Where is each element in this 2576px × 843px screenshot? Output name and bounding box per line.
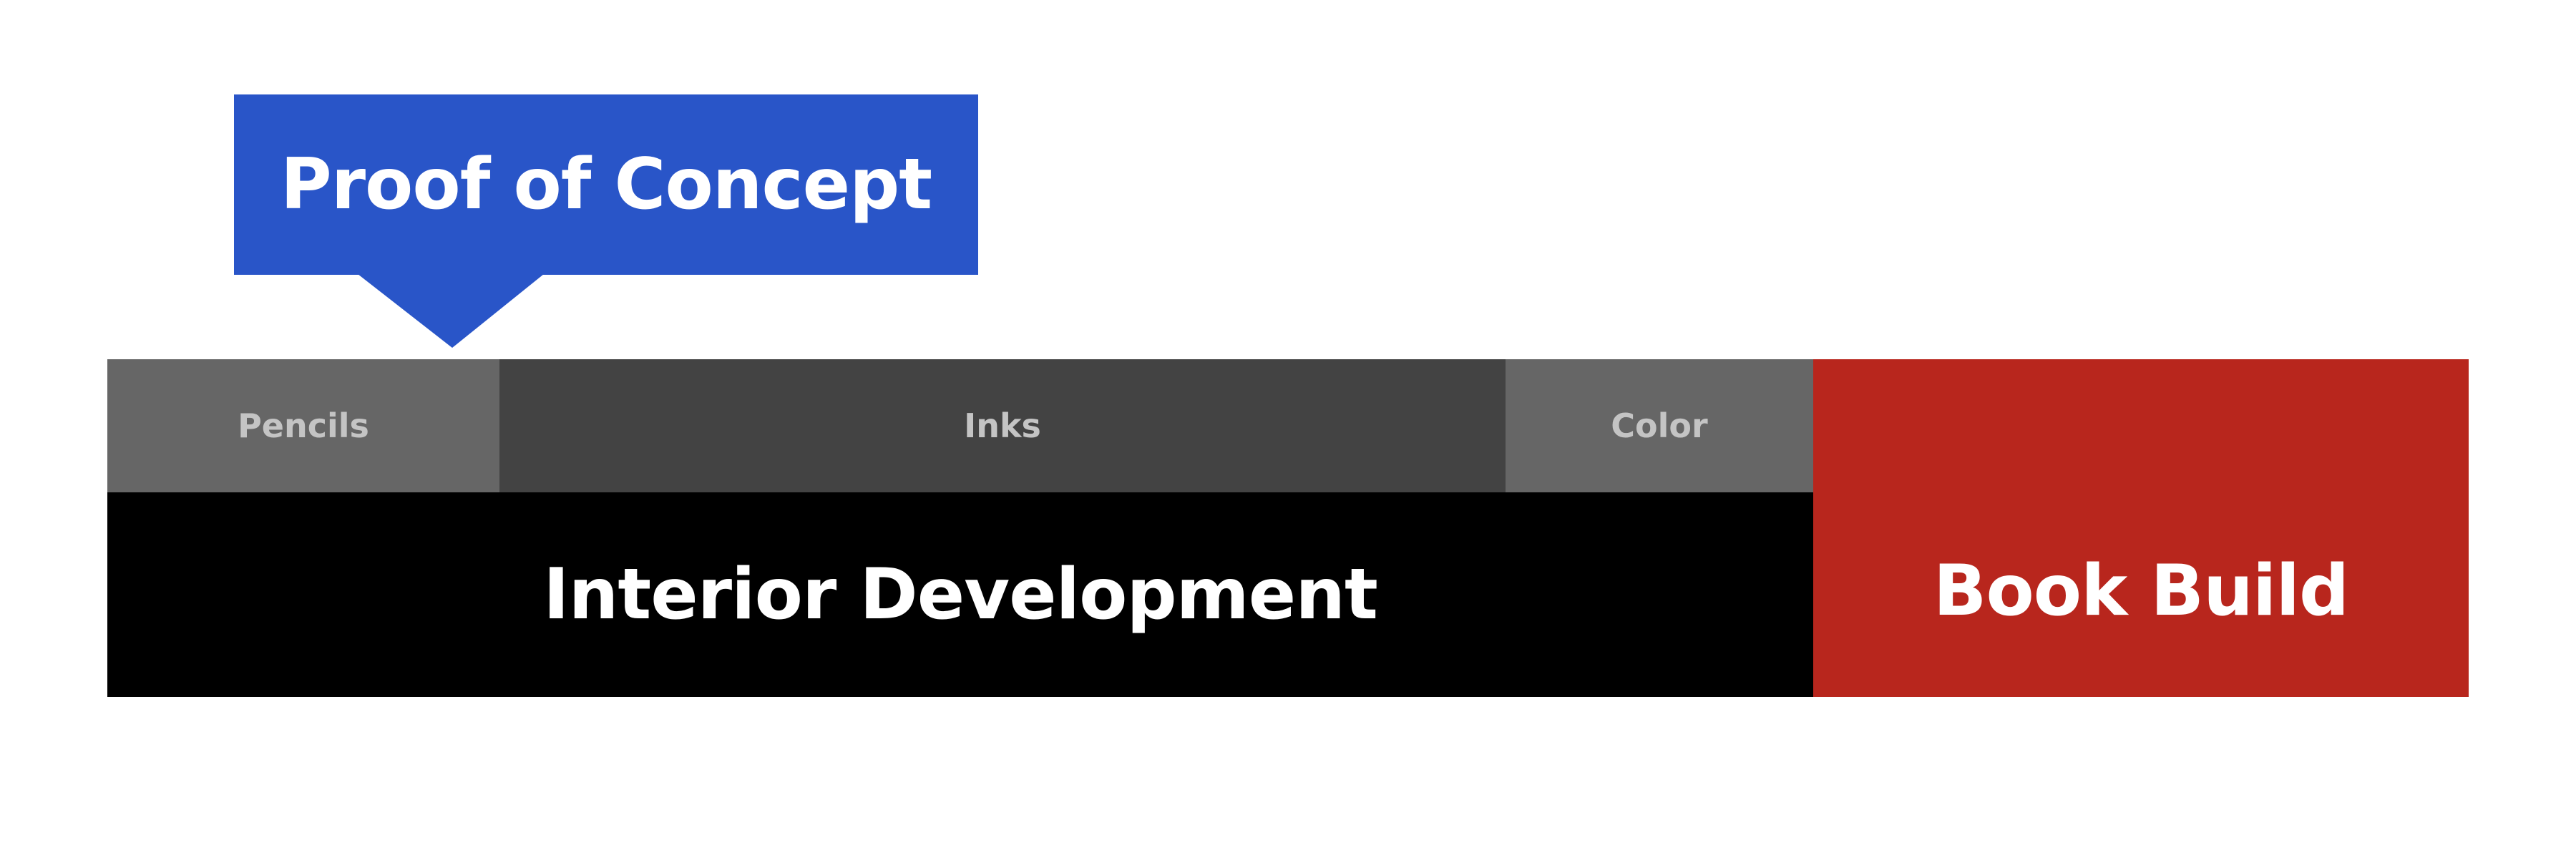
phase-inks: Inks bbox=[499, 359, 1506, 492]
stage-book-build: Book Build bbox=[1813, 359, 2469, 697]
stage-book-build-label: Book Build bbox=[1933, 550, 2349, 632]
phase-pencils-label: Pencils bbox=[238, 406, 369, 445]
callout-pointer-triangle bbox=[358, 274, 544, 348]
phase-color: Color bbox=[1506, 359, 1813, 492]
phase-color-label: Color bbox=[1611, 406, 1708, 445]
callout-label: Proof of Concept bbox=[280, 144, 932, 225]
stage-interior-development: Interior Development bbox=[107, 492, 1813, 697]
phase-inks-label: Inks bbox=[964, 406, 1041, 445]
phase-pencils: Pencils bbox=[107, 359, 499, 492]
stage-interior-development-label: Interior Development bbox=[543, 554, 1378, 635]
proof-of-concept-callout: Proof of Concept bbox=[234, 94, 978, 275]
